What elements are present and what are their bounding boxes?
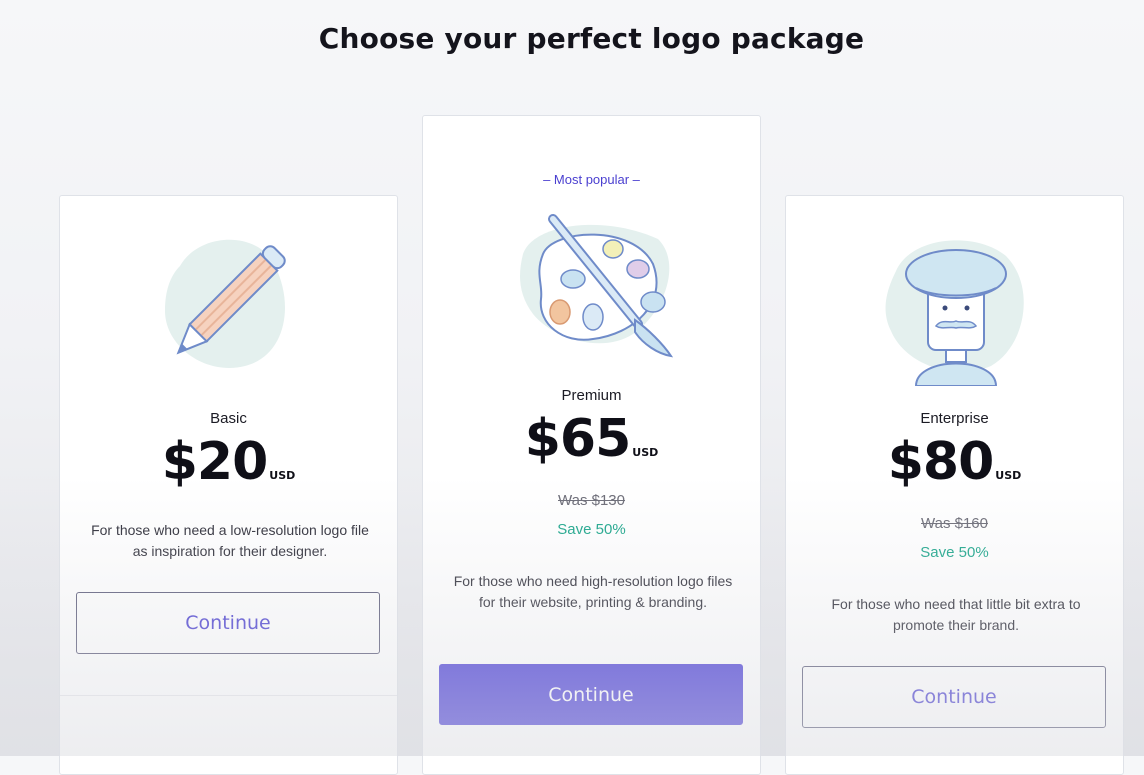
plan-description: For those who need a low-resolution logo… [91,522,369,559]
price-amount: $20 [161,432,269,492]
price-amount: $65 [524,409,632,469]
price-currency: USD [995,469,1022,482]
price-amount: $80 [887,432,995,492]
plan-name: Basic [210,410,247,427]
continue-button-premium[interactable]: Continue [439,664,743,725]
plan-description: For those who need high-resolution logo … [453,573,733,610]
plan-price: $80 USD [786,432,1123,492]
artist-beret-icon [885,240,1024,386]
paint-palette-icon [520,214,673,358]
plan-card-premium: – Most popular – Premium $65 USD Was $130… [422,115,761,775]
save-badge: Save 50% [557,521,626,538]
price-currency: USD [269,469,296,482]
save-badge: Save 50% [920,544,989,561]
price-currency: USD [632,446,659,459]
plan-price: $65 USD [423,409,760,469]
most-popular-badge: – Most popular – [543,172,640,187]
was-price: Was $130 [558,492,625,509]
page-title: Choose your perfect logo package [318,22,865,55]
plan-card-enterprise: Enterprise $80 USD Was $160 Save 50% For … [785,195,1124,775]
continue-button-enterprise[interactable]: Continue [802,666,1106,728]
plan-name: Premium [561,387,622,404]
continue-button-basic[interactable]: Continue [76,592,380,654]
plan-card-basic: Basic $20 USD For those who need a low-re… [59,195,398,775]
card-divider [60,695,397,696]
plan-price: $20 USD [60,432,397,492]
plan-name: Enterprise [920,410,989,427]
pencil-icon [165,239,286,368]
was-price: Was $160 [921,515,988,532]
plan-description: For those who need that little bit extra… [831,596,1081,633]
